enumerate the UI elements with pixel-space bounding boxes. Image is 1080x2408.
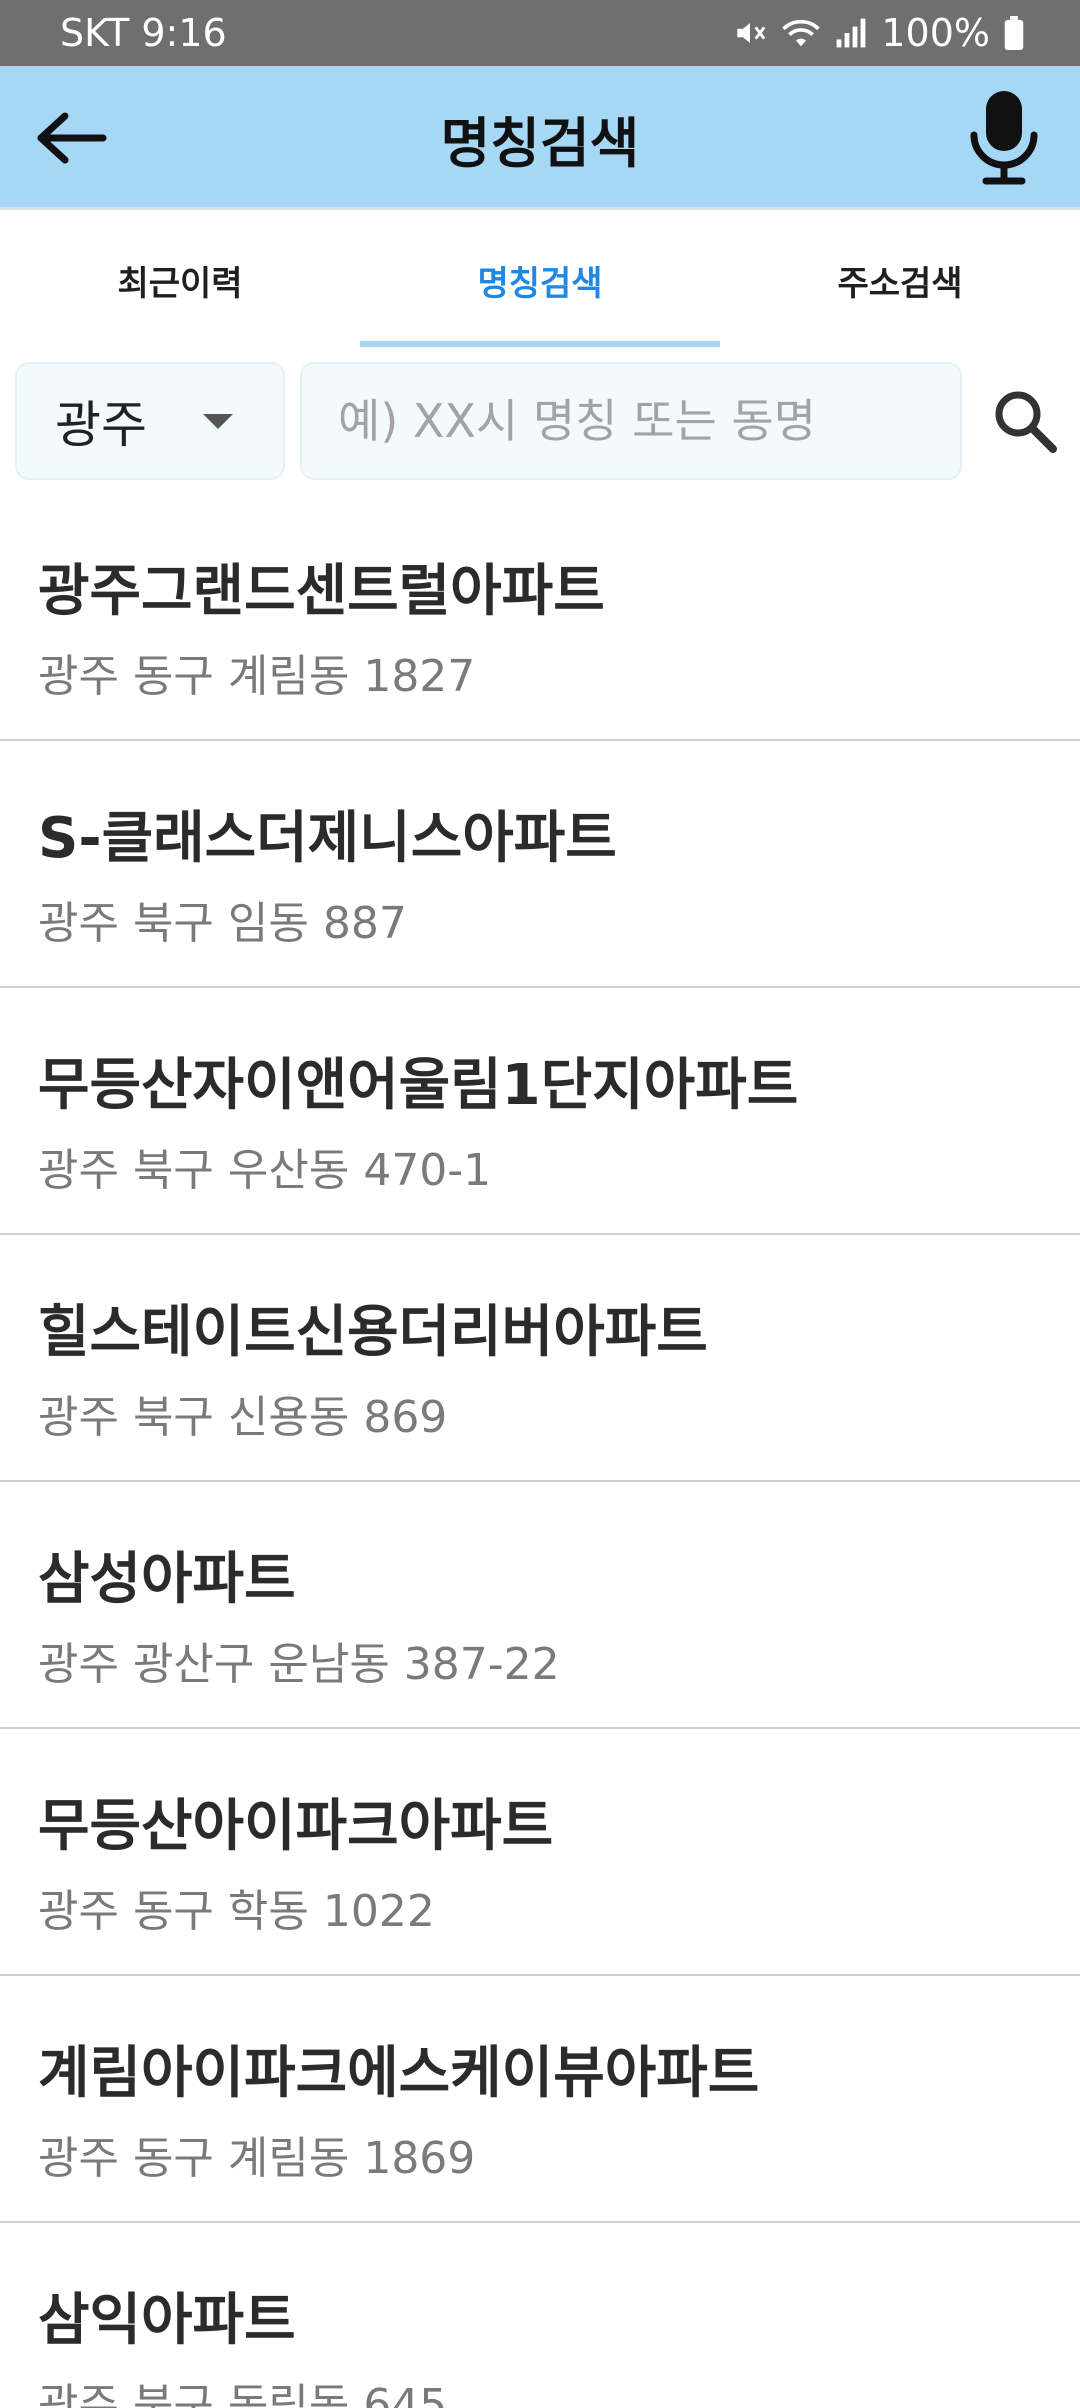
caret-down-icon: [203, 414, 233, 429]
result-address: 광주 북구 임동 887: [38, 898, 407, 949]
search-button[interactable]: [980, 376, 1070, 466]
tab-bar: 최근이력 명칭검색 주소검색: [0, 213, 1080, 347]
result-name: 무등산자이앤어울림1단지아파트: [38, 1053, 799, 1118]
result-address: 광주 광산구 운남동 387-22: [38, 1639, 560, 1690]
result-address: 광주 동구 계림동 1827: [38, 651, 476, 702]
result-name: 삼익아파트: [38, 2288, 296, 2353]
signal-icon: [835, 17, 867, 49]
result-name: S-클래스더제니스아파트: [38, 806, 617, 871]
list-item[interactable]: 무등산자이앤어울림1단지아파트 광주 북구 우산동 470-1: [0, 988, 1080, 1235]
tab-name-search[interactable]: 명칭검색: [360, 213, 720, 347]
region-value: 광주: [55, 396, 147, 454]
status-bar: SKT 9:16 100%: [0, 0, 1080, 66]
search-icon: [995, 391, 1057, 453]
battery-icon: [1004, 16, 1024, 50]
page-title: 명칭검색: [440, 111, 640, 175]
microphone-icon: [970, 91, 1038, 185]
battery-text: 100%: [881, 11, 990, 55]
list-item[interactable]: S-클래스더제니스아파트 광주 북구 임동 887: [0, 741, 1080, 988]
result-name: 계림아이파크에스케이뷰아파트: [38, 2041, 760, 2106]
list-item[interactable]: 무등산아이파크아파트 광주 동구 학동 1022: [0, 1729, 1080, 1976]
region-dropdown[interactable]: 광주: [15, 362, 285, 480]
result-address: 광주 동구 계림동 1869: [38, 2133, 476, 2184]
tab-recent-history[interactable]: 최근이력: [0, 213, 360, 347]
result-name: 광주그랜드센트럴아파트: [38, 559, 605, 624]
app-bar: 명칭검색: [0, 66, 1080, 210]
result-name: 무등산아이파크아파트: [38, 1794, 554, 1859]
search-input[interactable]: [300, 362, 962, 480]
list-item[interactable]: 계림아이파크에스케이뷰아파트 광주 동구 계림동 1869: [0, 1976, 1080, 2223]
wifi-icon: [781, 16, 821, 50]
list-item[interactable]: 광주그랜드센트럴아파트 광주 동구 계림동 1827: [0, 494, 1080, 741]
result-address: 광주 북구 신용동 869: [38, 1392, 448, 1443]
result-address: 광주 북구 우산동 470-1: [38, 1145, 492, 1196]
tab-address-search[interactable]: 주소검색: [720, 213, 1080, 347]
mute-icon: [733, 16, 767, 50]
list-item[interactable]: 힐스테이트신용더리버아파트 광주 북구 신용동 869: [0, 1235, 1080, 1482]
result-list: 광주그랜드센트럴아파트 광주 동구 계림동 1827 S-클래스더제니스아파트 …: [0, 494, 1080, 2408]
list-item[interactable]: 삼익아파트 광주 북구 동림동 645: [0, 2223, 1080, 2408]
status-icons: 100%: [733, 11, 1024, 55]
search-row: 광주: [0, 362, 1080, 482]
result-address: 광주 북구 동림동 645: [38, 2380, 448, 2408]
result-address: 광주 동구 학동 1022: [38, 1886, 435, 1937]
result-name: 힐스테이트신용더리버아파트: [38, 1300, 708, 1365]
carrier-time: SKT 9:16: [60, 11, 227, 55]
voice-search-button[interactable]: [956, 82, 1052, 194]
list-item[interactable]: 삼성아파트 광주 광산구 운남동 387-22: [0, 1482, 1080, 1729]
result-name: 삼성아파트: [38, 1547, 296, 1612]
